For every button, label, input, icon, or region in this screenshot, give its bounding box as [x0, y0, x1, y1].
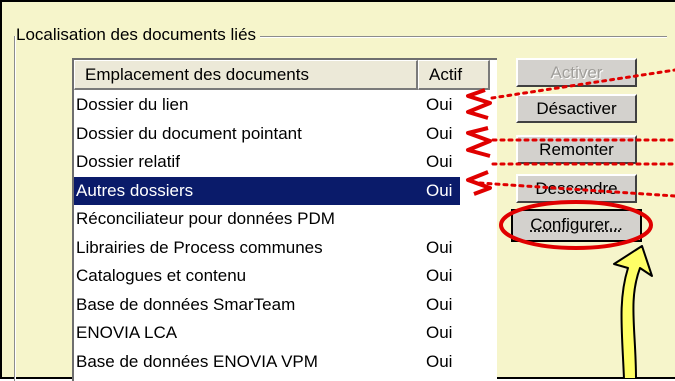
- annotation-zigzag-2: [468, 128, 490, 156]
- annotation-dotted-line-1: [492, 70, 675, 98]
- annotation-arrow: [614, 246, 652, 379]
- annotation-ellipse: [501, 202, 651, 248]
- annotation-dotted-line-4: [480, 183, 675, 196]
- annotation-overlay: [0, 0, 675, 379]
- annotation-zigzag-1: [468, 90, 490, 118]
